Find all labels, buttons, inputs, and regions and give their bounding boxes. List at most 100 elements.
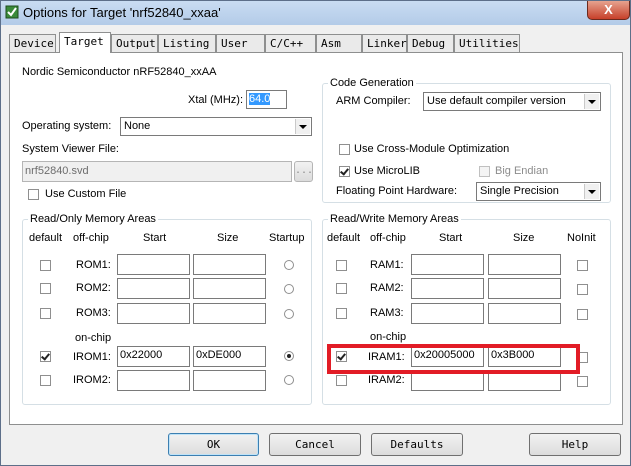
- cross-module-checkbox[interactable]: [339, 144, 350, 155]
- xtal-input[interactable]: 64.0: [246, 90, 287, 109]
- ram1-size-input[interactable]: [488, 254, 561, 275]
- ram2-start-input[interactable]: [411, 278, 484, 299]
- ram-header-size: Size: [513, 232, 535, 244]
- rom-header-offchip: off-chip: [73, 232, 109, 244]
- rom-header-start: Start: [143, 232, 167, 244]
- compiler-value: Use default compiler version: [427, 95, 566, 107]
- fpu-value: Single Precision: [480, 185, 559, 197]
- rom-header-startup: Startup: [269, 232, 305, 244]
- irom1-startup-radio[interactable]: [284, 351, 294, 361]
- ram-header-noinit: NoInit: [567, 232, 596, 244]
- defaults-button[interactable]: Defaults: [371, 433, 463, 456]
- rom1-startup-radio[interactable]: [284, 260, 294, 270]
- tab-device[interactable]: Device: [9, 34, 56, 52]
- code-generation-title: Code Generation: [328, 77, 416, 89]
- ram-header-default: default: [327, 232, 361, 244]
- rom3-size-input[interactable]: [193, 303, 266, 324]
- microlib-checkbox[interactable]: [339, 166, 350, 177]
- tab-c-cpp[interactable]: C/C++: [265, 34, 316, 52]
- rom2-default-checkbox[interactable]: [40, 283, 51, 294]
- cross-module-label: Use Cross-Module Optimization: [354, 143, 510, 155]
- cancel-button[interactable]: Cancel: [269, 433, 361, 456]
- ram1-default-checkbox[interactable]: [336, 260, 347, 271]
- tab-target[interactable]: Target: [59, 32, 111, 53]
- rom3-startup-radio[interactable]: [284, 309, 294, 319]
- ram1-start-input[interactable]: [411, 254, 484, 275]
- irom1-start-input[interactable]: 0x22000: [117, 346, 190, 367]
- ram2-default-checkbox[interactable]: [336, 283, 347, 294]
- ram2-noinit-checkbox[interactable]: [577, 284, 588, 295]
- iram2-default-checkbox[interactable]: [336, 375, 347, 386]
- irom2-startup-radio[interactable]: [284, 375, 294, 385]
- compiler-select[interactable]: Use default compiler version: [423, 92, 601, 111]
- help-button[interactable]: Help: [529, 433, 621, 456]
- tab-output[interactable]: Output: [111, 34, 158, 52]
- rom-header-default: default: [29, 232, 63, 244]
- compiler-label: ARM Compiler:: [336, 95, 411, 107]
- big-endian-checkbox[interactable]: [479, 166, 490, 177]
- tab-asm[interactable]: Asm: [316, 34, 362, 52]
- ram-header-offchip: off-chip: [370, 232, 406, 244]
- rom3-default-checkbox[interactable]: [40, 308, 51, 319]
- xtal-value: 64.0: [249, 93, 271, 105]
- rom-header-size: Size: [217, 232, 239, 244]
- big-endian-label: Big Endian: [495, 165, 549, 177]
- options-dialog: Options for Target 'nrf52840_xxaa' X Dev…: [0, 0, 631, 466]
- tab-linker[interactable]: Linker: [362, 34, 407, 52]
- rom2-startup-radio[interactable]: [284, 284, 294, 294]
- irom2-label: IROM2:: [73, 374, 111, 386]
- ram3-default-checkbox[interactable]: [336, 308, 347, 319]
- os-label: Operating system:: [22, 120, 112, 132]
- custom-file-label: Use Custom File: [45, 188, 127, 200]
- iram2-label: IRAM2:: [368, 374, 405, 386]
- rom2-start-input[interactable]: [117, 278, 190, 299]
- iram2-noinit-checkbox[interactable]: [577, 376, 588, 387]
- tab-listing[interactable]: Listing: [158, 34, 216, 52]
- ram3-start-input[interactable]: [411, 303, 484, 324]
- chevron-down-icon: [584, 184, 599, 199]
- rom1-start-input[interactable]: [117, 254, 190, 275]
- app-icon: [5, 5, 19, 19]
- rom1-size-input[interactable]: [193, 254, 266, 275]
- rom1-default-checkbox[interactable]: [40, 260, 51, 271]
- ram3-label: RAM3:: [370, 307, 404, 319]
- custom-file-checkbox[interactable]: [28, 189, 39, 200]
- ram-onchip-label: on-chip: [370, 331, 407, 343]
- fpu-select[interactable]: Single Precision: [476, 182, 601, 201]
- irom1-default-checkbox[interactable]: [40, 351, 51, 362]
- svd-label: System Viewer File:: [22, 143, 119, 155]
- rom3-label: ROM3:: [76, 307, 111, 319]
- fpu-label: Floating Point Hardware:: [336, 185, 458, 197]
- ram3-noinit-checkbox[interactable]: [577, 309, 588, 320]
- title-bar: Options for Target 'nrf52840_xxaa' X: [1, 1, 630, 25]
- ram1-label: RAM1:: [370, 259, 404, 271]
- close-icon: X: [604, 2, 613, 17]
- svd-browse-button[interactable]: ...: [294, 161, 313, 182]
- microlib-label: Use MicroLIB: [354, 165, 421, 177]
- tab-utilities[interactable]: Utilities: [454, 34, 520, 52]
- ram2-label: RAM2:: [370, 282, 404, 294]
- chevron-down-icon: [295, 119, 310, 134]
- rom3-start-input[interactable]: [117, 303, 190, 324]
- irom2-size-input[interactable]: [193, 370, 266, 391]
- ram2-size-input[interactable]: [488, 278, 561, 299]
- irom1-label: IROM1:: [73, 351, 111, 363]
- os-value: None: [124, 120, 151, 132]
- close-button[interactable]: X: [587, 1, 630, 20]
- ram1-noinit-checkbox[interactable]: [577, 260, 588, 271]
- irom2-default-checkbox[interactable]: [40, 375, 51, 386]
- ok-button[interactable]: OK: [168, 433, 259, 456]
- tab-debug[interactable]: Debug: [407, 34, 454, 52]
- irom2-start-input[interactable]: [117, 370, 190, 391]
- device-name: Nordic Semiconductor nRF52840_xxAA: [22, 66, 217, 78]
- irom1-size-input[interactable]: 0xDE000: [193, 346, 266, 367]
- highlight-box: [327, 344, 580, 374]
- svd-input[interactable]: nrf52840.svd: [22, 161, 292, 182]
- ram-group-title: Read/Write Memory Areas: [328, 213, 461, 225]
- rom2-size-input[interactable]: [193, 278, 266, 299]
- os-select[interactable]: None: [120, 117, 312, 136]
- rom-onchip-label: on-chip: [75, 332, 112, 344]
- window-title: Options for Target 'nrf52840_xxaa': [23, 5, 221, 20]
- ram3-size-input[interactable]: [488, 303, 561, 324]
- tab-user[interactable]: User: [216, 34, 265, 52]
